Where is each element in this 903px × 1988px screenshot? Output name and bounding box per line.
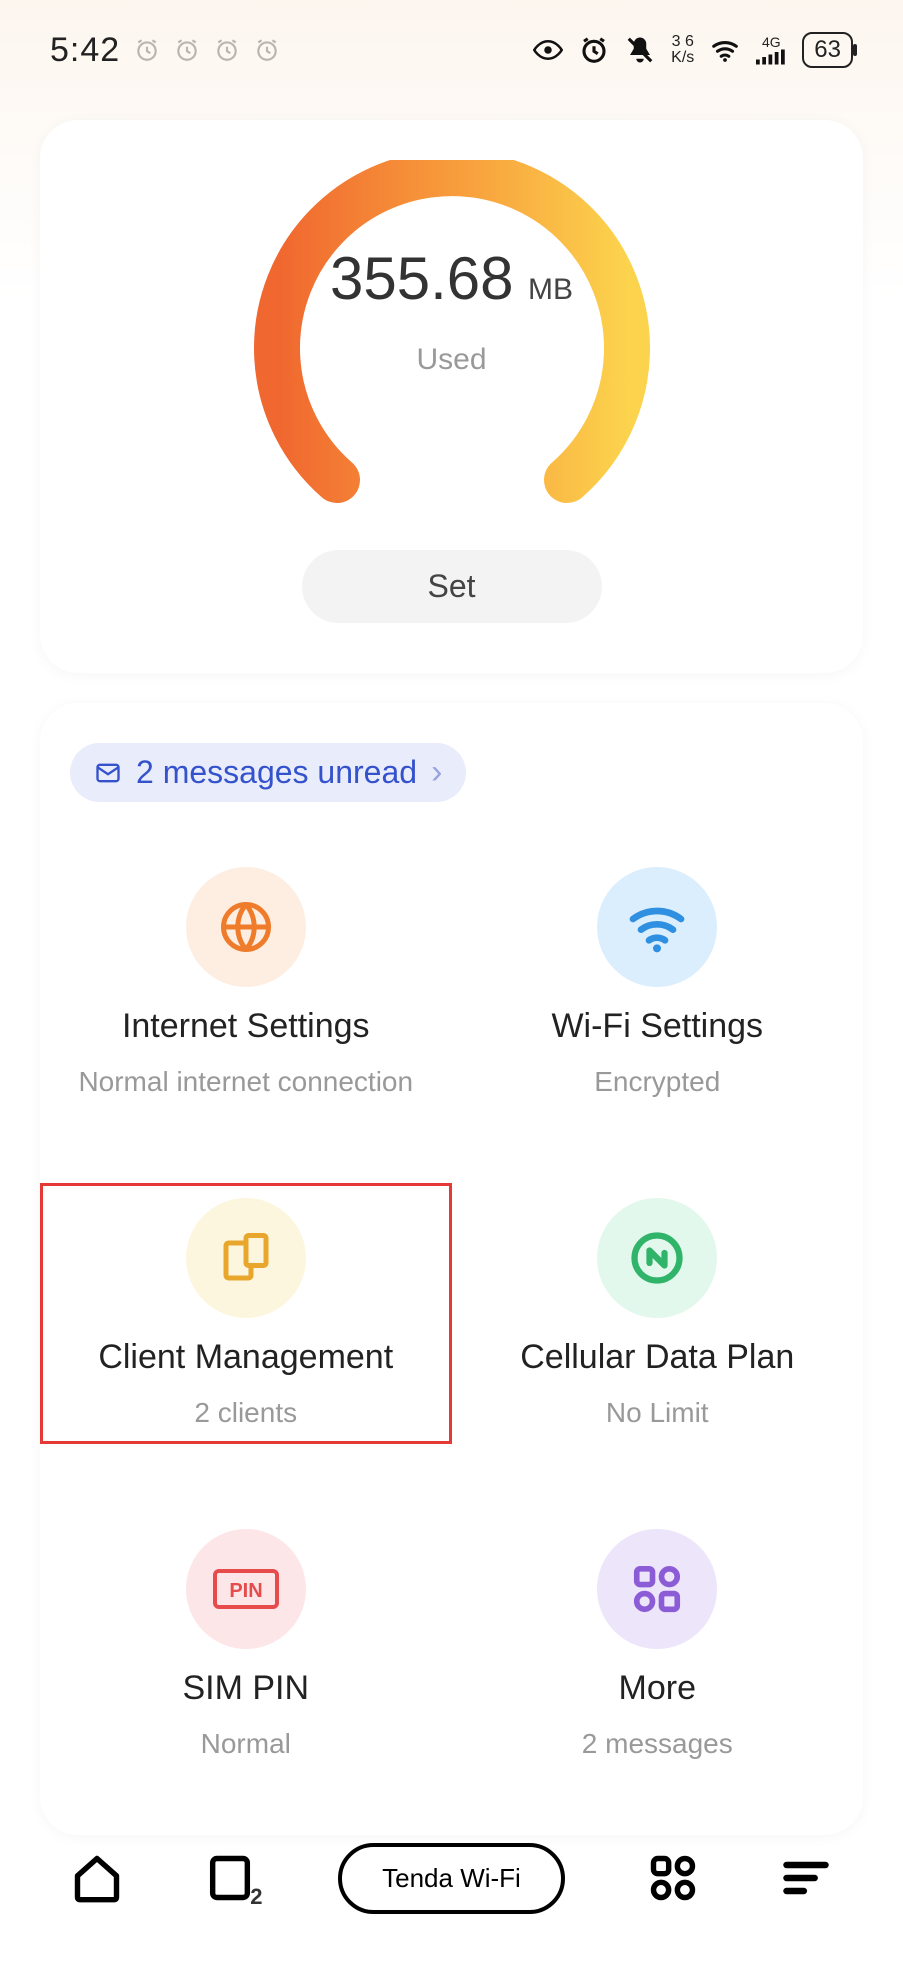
network-rate-bot: K/s	[671, 50, 694, 66]
tile-sub: No Limit	[606, 1397, 709, 1429]
tile-title: More	[619, 1669, 696, 1708]
alarm-status-icon	[579, 35, 609, 65]
pin-icon: PIN	[186, 1529, 306, 1649]
battery-indicator: 63	[802, 32, 853, 68]
devices-icon	[186, 1198, 306, 1318]
wifi-icon	[597, 867, 717, 987]
recent-apps-badge: 2	[250, 1884, 262, 1910]
tile-wifi-settings[interactable]: Wi-Fi Settings Encrypted	[452, 852, 864, 1113]
eye-icon	[533, 35, 563, 65]
app-pill[interactable]: Tenda Wi-Fi	[338, 1843, 565, 1914]
alarm-icon	[254, 37, 280, 63]
alarm-icon	[134, 37, 160, 63]
unread-messages-text: 2 messages unread	[136, 754, 417, 791]
status-bar: 5:42 3 6 K/s 4G 63	[0, 0, 903, 100]
app-drawer-icon[interactable]	[647, 1852, 699, 1904]
cellular-status: 4G	[756, 35, 786, 65]
menu-icon[interactable]	[780, 1852, 832, 1904]
tile-sub: Encrypted	[594, 1066, 720, 1098]
tile-sub: Normal internet connection	[78, 1066, 413, 1098]
tile-sub: Normal	[201, 1728, 291, 1760]
svg-text:PIN: PIN	[229, 1580, 262, 1602]
system-nav-bar: 2 Tenda Wi-Fi	[0, 1818, 903, 1938]
network-rate: 3 6 K/s	[671, 34, 694, 66]
tile-sub: 2 messages	[582, 1728, 733, 1760]
usage-gauge: 355.68 MB Used	[232, 160, 672, 520]
tile-more[interactable]: More 2 messages	[452, 1514, 864, 1775]
unread-messages-pill[interactable]: 2 messages unread ›	[70, 743, 466, 802]
mail-icon	[94, 759, 122, 787]
usage-card: 355.68 MB Used Set	[40, 120, 863, 673]
settings-grid: Internet Settings Normal internet connec…	[40, 852, 863, 1775]
tile-cellular-data-plan[interactable]: Cellular Data Plan No Limit	[452, 1183, 864, 1444]
recent-apps-icon[interactable]: 2	[204, 1852, 256, 1904]
tile-title: SIM PIN	[182, 1669, 309, 1708]
status-left: 5:42	[50, 31, 280, 70]
settings-card: 2 messages unread › Internet Settings No…	[40, 703, 863, 1835]
alarm-icon	[174, 37, 200, 63]
tile-title: Client Management	[98, 1338, 393, 1377]
alarm-icon	[214, 37, 240, 63]
tile-sim-pin[interactable]: PIN SIM PIN Normal	[40, 1514, 452, 1775]
cellular-label: 4G	[762, 35, 781, 49]
status-right: 3 6 K/s 4G 63	[533, 32, 853, 68]
status-time: 5:42	[50, 31, 120, 70]
tile-title: Wi-Fi Settings	[551, 1007, 763, 1046]
chevron-right-icon: ›	[431, 753, 442, 792]
tile-title: Cellular Data Plan	[520, 1338, 794, 1377]
tile-sub: 2 clients	[194, 1397, 297, 1429]
set-button[interactable]: Set	[302, 550, 602, 623]
tile-client-management[interactable]: Client Management 2 clients	[40, 1183, 452, 1444]
home-icon[interactable]	[71, 1852, 123, 1904]
tile-internet-settings[interactable]: Internet Settings Normal internet connec…	[40, 852, 452, 1113]
tile-title: Internet Settings	[122, 1007, 370, 1046]
more-grid-icon	[597, 1529, 717, 1649]
network-rate-top: 3 6	[672, 34, 694, 50]
mute-icon	[625, 35, 655, 65]
wifi-status-icon	[710, 35, 740, 65]
data-plan-icon	[597, 1198, 717, 1318]
globe-icon	[186, 867, 306, 987]
